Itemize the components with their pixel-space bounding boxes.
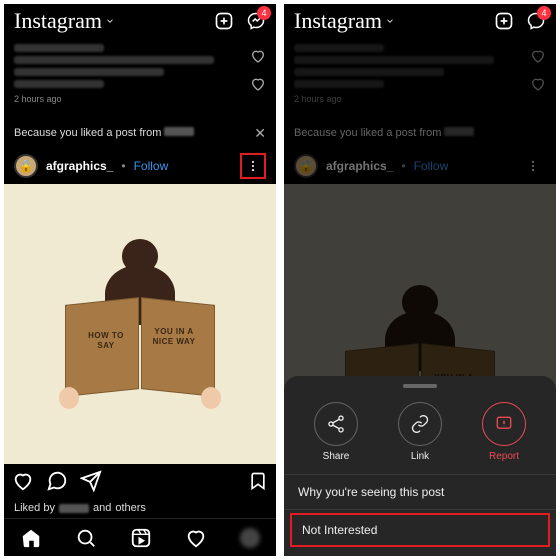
like-icon[interactable] bbox=[250, 48, 266, 64]
chevron-down-icon bbox=[105, 16, 115, 26]
like-icon[interactable] bbox=[12, 470, 34, 492]
notification-badge: 4 bbox=[537, 6, 551, 20]
report-icon bbox=[494, 414, 514, 434]
more-options-button[interactable] bbox=[520, 153, 546, 179]
link-icon bbox=[410, 414, 430, 434]
not-interested-item[interactable]: Not Interested bbox=[290, 513, 550, 547]
logo-text: Instagram bbox=[14, 8, 102, 34]
recommendation-reason: Because you liked a post from bbox=[284, 118, 556, 148]
bookmark-icon[interactable] bbox=[248, 471, 268, 491]
reels-icon[interactable] bbox=[130, 527, 152, 549]
more-options-button[interactable] bbox=[240, 153, 266, 179]
why-seeing-item[interactable]: Why you're seeing this post bbox=[284, 475, 556, 509]
like-icon[interactable] bbox=[250, 76, 266, 92]
like-icon bbox=[530, 76, 546, 92]
bottom-nav bbox=[4, 518, 276, 556]
notification-badge: 4 bbox=[257, 6, 271, 20]
post-header: 🔒 afgraphics_ • Follow bbox=[284, 148, 556, 184]
avatar[interactable]: 🔒 bbox=[294, 154, 318, 178]
screenshot-right: Instagram 4 2 hours ago Because you like… bbox=[280, 0, 560, 560]
comment-icon[interactable] bbox=[46, 470, 68, 492]
new-post-icon[interactable] bbox=[494, 11, 514, 31]
share-icon[interactable] bbox=[80, 470, 102, 492]
action-sheet: Share Link Report Why you're seeing this… bbox=[284, 376, 556, 556]
screenshot-left: Instagram 4 2 hours ago Because you like… bbox=[0, 0, 280, 560]
timestamp: 2 hours ago bbox=[294, 94, 546, 104]
messenger-icon[interactable]: 4 bbox=[526, 11, 546, 31]
new-post-icon[interactable] bbox=[214, 11, 234, 31]
recommendation-reason: Because you liked a post from ✕ bbox=[4, 118, 276, 148]
instagram-logo[interactable]: Instagram bbox=[294, 8, 395, 34]
search-icon[interactable] bbox=[75, 527, 97, 549]
home-icon[interactable] bbox=[20, 527, 42, 549]
activity-icon[interactable] bbox=[185, 527, 207, 549]
messenger-icon[interactable]: 4 bbox=[246, 11, 266, 31]
share-button[interactable]: Share bbox=[314, 402, 358, 462]
post-header: 🔒 afgraphics_ • Follow bbox=[4, 148, 276, 184]
top-bar: Instagram 4 bbox=[4, 4, 276, 38]
top-bar: Instagram 4 bbox=[284, 4, 556, 38]
timestamp: 2 hours ago bbox=[14, 94, 266, 104]
chevron-down-icon bbox=[385, 16, 395, 26]
drag-handle[interactable] bbox=[403, 384, 437, 388]
follow-link[interactable]: Follow bbox=[134, 159, 169, 173]
post-image[interactable]: HOW TO SAY YOU IN A NICE WAY bbox=[4, 184, 276, 464]
report-button[interactable]: Report bbox=[482, 402, 526, 462]
share-icon bbox=[326, 414, 346, 434]
like-icon bbox=[530, 48, 546, 64]
avatar[interactable]: 🔒 bbox=[14, 154, 38, 178]
previous-post-preview: 2 hours ago bbox=[284, 38, 556, 118]
username[interactable]: afgraphics_ bbox=[46, 159, 113, 173]
link-button[interactable]: Link bbox=[398, 402, 442, 462]
instagram-logo[interactable]: Instagram bbox=[14, 8, 115, 34]
post-actions bbox=[4, 464, 276, 498]
previous-post-preview: 2 hours ago bbox=[4, 38, 276, 118]
username[interactable]: afgraphics_ bbox=[326, 159, 393, 173]
follow-link[interactable]: Follow bbox=[414, 159, 449, 173]
profile-icon[interactable] bbox=[240, 528, 260, 548]
close-icon[interactable]: ✕ bbox=[254, 125, 266, 142]
liked-by[interactable]: Liked by and others bbox=[4, 498, 276, 518]
